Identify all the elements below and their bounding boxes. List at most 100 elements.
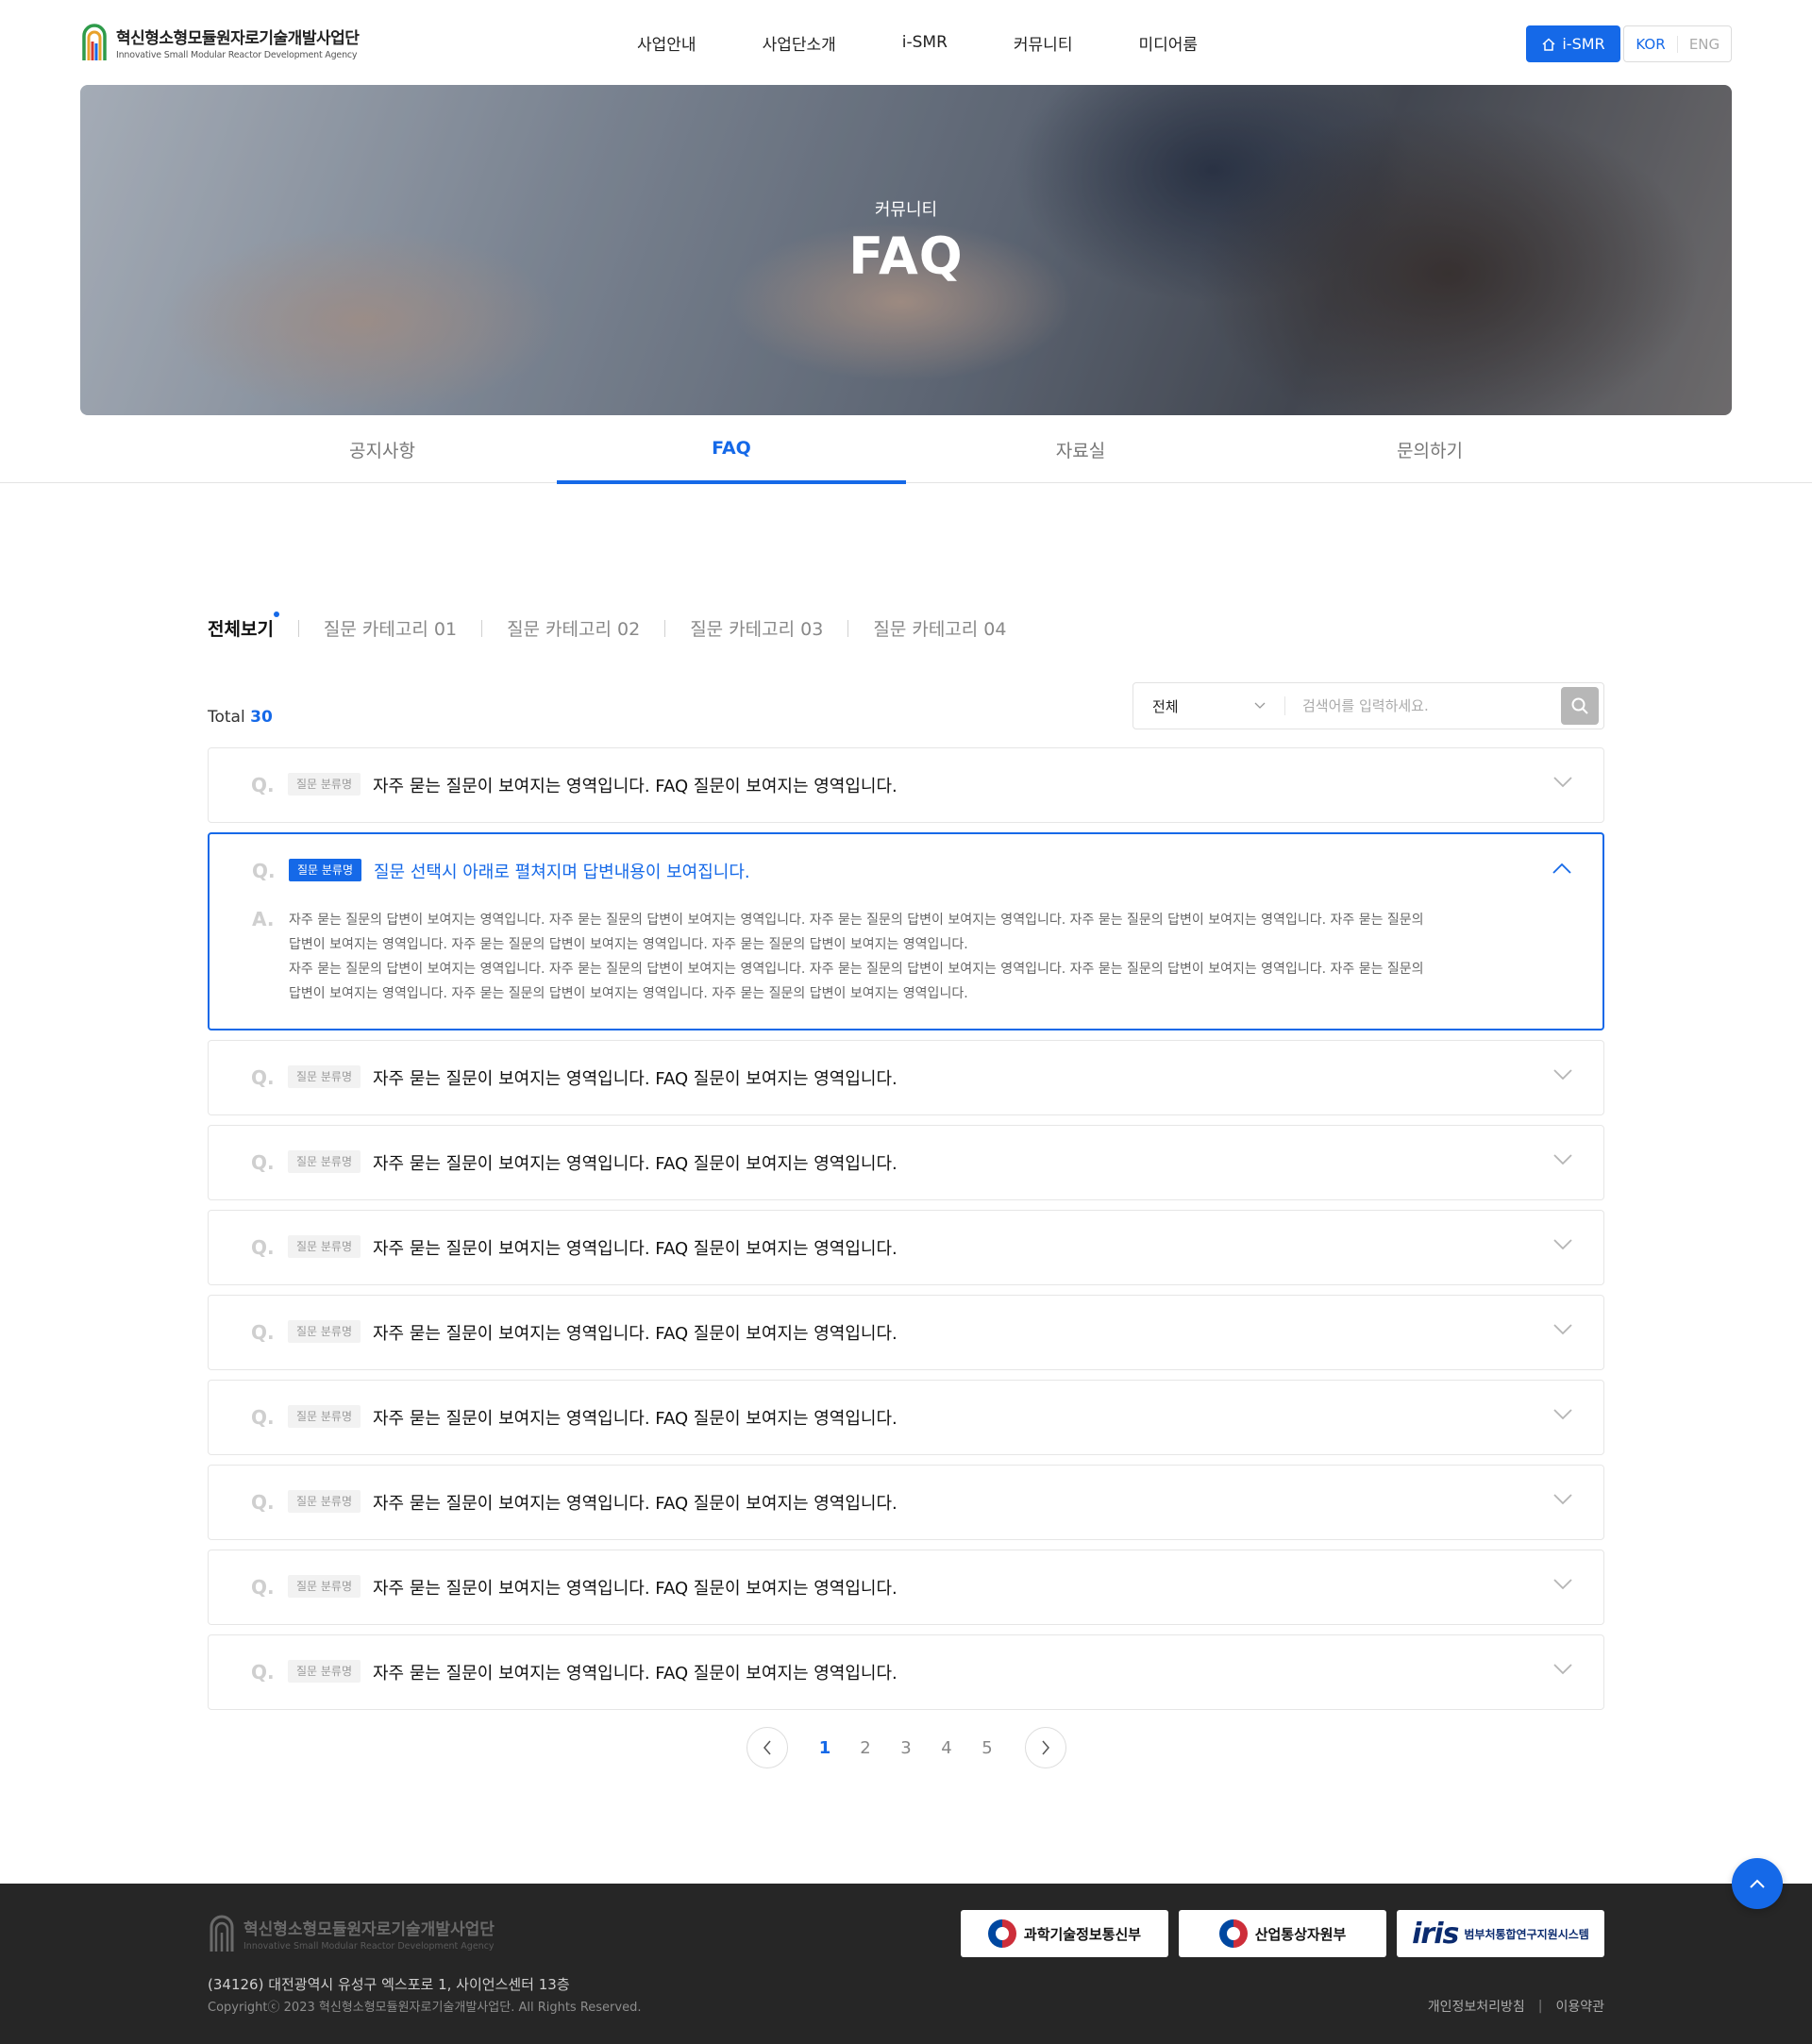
banner-iris[interactable]: iris 범부처통합연구지원시스템: [1397, 1910, 1604, 1957]
category-04[interactable]: 질문 카테고리 04: [873, 615, 1006, 641]
tab-inquiry[interactable]: 문의하기: [1255, 415, 1604, 483]
chevron-down-icon[interactable]: [1553, 1239, 1572, 1250]
nav-item-community[interactable]: 커뮤니티: [1014, 31, 1073, 55]
faq-item[interactable]: Q. 질문 분류명 자주 묻는 질문이 보여지는 영역입니다. FAQ 질문이 보여…: [208, 1634, 1604, 1710]
chevron-down-icon[interactable]: [1553, 777, 1572, 788]
page-3[interactable]: 3: [898, 1738, 915, 1758]
question-mark-label: Q.: [251, 774, 275, 796]
tab-faq[interactable]: FAQ: [557, 415, 906, 484]
nav-item-ismr[interactable]: i-SMR: [902, 33, 948, 52]
faq-question[interactable]: 자주 묻는 질문이 보여지는 영역입니다. FAQ 질문이 보여지는 영역입니다…: [373, 1575, 898, 1600]
faq-question[interactable]: 자주 묻는 질문이 보여지는 영역입니다. FAQ 질문이 보여지는 영역입니다…: [373, 773, 898, 797]
faq-item[interactable]: Q. 질문 분류명 자주 묻는 질문이 보여지는 영역입니다. FAQ 질문이 보여…: [208, 1465, 1604, 1540]
question-mark-label: Q.: [252, 860, 276, 882]
faq-item[interactable]: Q. 질문 분류명 자주 묻는 질문이 보여지는 영역입니다. FAQ 질문이 보여…: [208, 747, 1604, 823]
footer-address: (34126) 대전광역시 유성구 엑스포로 1, 사이언스센터 13층: [208, 1976, 570, 1993]
search-scope-select[interactable]: 전체: [1133, 683, 1284, 729]
category-02[interactable]: 질문 카테고리 02: [507, 615, 640, 641]
nav-item-media[interactable]: 미디어룸: [1138, 31, 1198, 55]
page-4[interactable]: 4: [938, 1738, 956, 1758]
nav-item-business[interactable]: 사업안내: [637, 31, 696, 55]
privacy-policy-link[interactable]: 개인정보처리방침: [1428, 1997, 1525, 2016]
footer-links: 개인정보처리방침 | 이용약관: [1428, 1997, 1604, 2016]
chevron-down-icon[interactable]: [1553, 1664, 1572, 1675]
chevron-down-icon[interactable]: [1553, 1494, 1572, 1505]
faq-question[interactable]: 질문 선택시 아래로 펼쳐지며 답변내용이 보여집니다.: [374, 859, 750, 883]
active-dot-icon: [273, 612, 279, 617]
next-page-button[interactable]: [1024, 1727, 1066, 1768]
divider: |: [1537, 1999, 1543, 2014]
tab-archive[interactable]: 자료실: [906, 415, 1255, 483]
site-header: 혁신형소형모듈원자로기술개발사업단 Innovative Small Modul…: [0, 0, 1812, 85]
faq-question[interactable]: 자주 묻는 질문이 보여지는 영역입니다. FAQ 질문이 보여지는 영역입니다…: [373, 1490, 898, 1515]
faq-question[interactable]: 자주 묻는 질문이 보여지는 영역입니다. FAQ 질문이 보여지는 영역입니다…: [373, 1660, 898, 1684]
page-5[interactable]: 5: [979, 1738, 997, 1758]
page-2[interactable]: 2: [857, 1738, 875, 1758]
faq-item[interactable]: Q. 질문 분류명 질문 선택시 아래로 펼쳐지며 답변내용이 보여집니다. A. 자주…: [208, 832, 1604, 1030]
site-logo[interactable]: 혁신형소형모듈원자로기술개발사업단 Innovative Small Modul…: [80, 23, 360, 62]
taegeuk-emblem-icon: [987, 1919, 1016, 1948]
category-badge: 질문 분류명: [288, 1320, 361, 1343]
category-01[interactable]: 질문 카테고리 01: [324, 615, 457, 641]
faq-item[interactable]: Q. 질문 분류명 자주 묻는 질문이 보여지는 영역입니다. FAQ 질문이 보여…: [208, 1040, 1604, 1115]
footer-logo-title: 혁신형소형모듈원자로기술개발사업단: [243, 1920, 495, 1939]
chevron-down-icon[interactable]: [1553, 1579, 1572, 1590]
iris-logo: iris: [1412, 1917, 1459, 1951]
category-all[interactable]: 전체보기: [206, 612, 279, 641]
search-bar: 전체: [1132, 682, 1604, 729]
terms-link[interactable]: 이용약관: [1555, 1997, 1604, 2016]
scroll-top-button[interactable]: [1732, 1858, 1783, 1909]
category-all-label: 전체보기: [208, 619, 274, 640]
divider: [297, 619, 299, 637]
nav-item-about[interactable]: 사업단소개: [763, 31, 836, 55]
lang-kor-button[interactable]: KOR: [1624, 35, 1678, 53]
faq-question[interactable]: 자주 묻는 질문이 보여지는 영역입니다. FAQ 질문이 보여지는 영역입니다…: [373, 1235, 898, 1260]
faq-answer-line: 답변이 보여지는 영역입니다. 자주 묻는 질문의 답변이 보여지는 영역입니다…: [289, 937, 968, 952]
category-03[interactable]: 질문 카테고리 03: [690, 615, 823, 641]
divider: [664, 619, 666, 637]
faq-question[interactable]: 자주 묻는 질문이 보여지는 영역입니다. FAQ 질문이 보여지는 영역입니다…: [373, 1405, 898, 1430]
chevron-down-icon[interactable]: [1553, 1409, 1572, 1420]
page-1[interactable]: 1: [816, 1738, 834, 1758]
question-mark-label: Q.: [251, 1321, 275, 1344]
question-mark-label: Q.: [251, 1576, 275, 1599]
language-switch: KOR ENG: [1623, 25, 1732, 62]
faq-question[interactable]: 자주 묻는 질문이 보여지는 영역입니다. FAQ 질문이 보여지는 영역입니다…: [373, 1150, 898, 1175]
total-number: 30: [250, 708, 273, 727]
search-button[interactable]: [1561, 687, 1599, 725]
chevron-up-icon[interactable]: [1552, 863, 1571, 874]
category-tabs: 전체보기 질문 카테고리 01 질문 카테고리 02 질문 카테고리 03 질문…: [206, 612, 1006, 641]
question-mark-label: Q.: [251, 1236, 275, 1259]
faq-item[interactable]: Q. 질문 분류명 자주 묻는 질문이 보여지는 영역입니다. FAQ 질문이 보여…: [208, 1210, 1604, 1285]
ismr-home-button[interactable]: i-SMR: [1526, 25, 1620, 62]
banner-motie[interactable]: 산업통상자원부: [1179, 1910, 1386, 1957]
lang-eng-button[interactable]: ENG: [1678, 36, 1731, 53]
faq-item[interactable]: Q. 질문 분류명 자주 묻는 질문이 보여지는 영역입니다. FAQ 질문이 보여…: [208, 1380, 1604, 1455]
hero-subtitle: 커뮤니티: [874, 200, 938, 220]
site-footer: 혁신형소형모듈원자로기술개발사업단 Innovative Small Modul…: [0, 1884, 1812, 2044]
logo-mark-icon: [80, 23, 109, 62]
logo-title: 혁신형소형모듈원자로기술개발사업단: [116, 29, 360, 48]
sub-tabs: 공지사항 FAQ 자료실 문의하기: [0, 415, 1812, 484]
footer-logo: 혁신형소형모듈원자로기술개발사업단 Innovative Small Modul…: [208, 1914, 495, 1953]
hero-title: FAQ: [848, 226, 964, 286]
prev-page-button[interactable]: [746, 1727, 788, 1768]
faq-question[interactable]: 자주 묻는 질문이 보여지는 영역입니다. FAQ 질문이 보여지는 영역입니다…: [373, 1320, 898, 1345]
chevron-down-icon[interactable]: [1553, 1154, 1572, 1165]
search-input[interactable]: [1285, 683, 1561, 729]
faq-answer-line: 자주 묻는 질문의 답변이 보여지는 영역입니다. 자주 묻는 질문의 답변이 …: [289, 962, 1424, 977]
faq-question[interactable]: 자주 묻는 질문이 보여지는 영역입니다. FAQ 질문이 보여지는 영역입니다…: [373, 1065, 898, 1090]
divider: [847, 619, 849, 637]
faq-item[interactable]: Q. 질문 분류명 자주 묻는 질문이 보여지는 영역입니다. FAQ 질문이 보여…: [208, 1550, 1604, 1625]
banner-msit[interactable]: 과학기술정보통신부: [961, 1910, 1168, 1957]
hero-banner: 커뮤니티 FAQ: [80, 85, 1732, 415]
ismr-home-label: i-SMR: [1562, 35, 1605, 53]
faq-item[interactable]: Q. 질문 분류명 자주 묻는 질문이 보여지는 영역입니다. FAQ 질문이 보여…: [208, 1125, 1604, 1200]
tab-notice[interactable]: 공지사항: [208, 415, 557, 483]
category-badge: 질문 분류명: [288, 773, 361, 796]
chevron-down-icon[interactable]: [1553, 1324, 1572, 1335]
footer-copyright: Copyrightⓒ 2023 혁신형소형모듈원자로기술개발사업단. All R…: [208, 2001, 642, 2015]
category-badge: 질문 분류명: [288, 1660, 361, 1683]
faq-item[interactable]: Q. 질문 분류명 자주 묻는 질문이 보여지는 영역입니다. FAQ 질문이 보여…: [208, 1295, 1604, 1370]
chevron-down-icon[interactable]: [1553, 1069, 1572, 1081]
